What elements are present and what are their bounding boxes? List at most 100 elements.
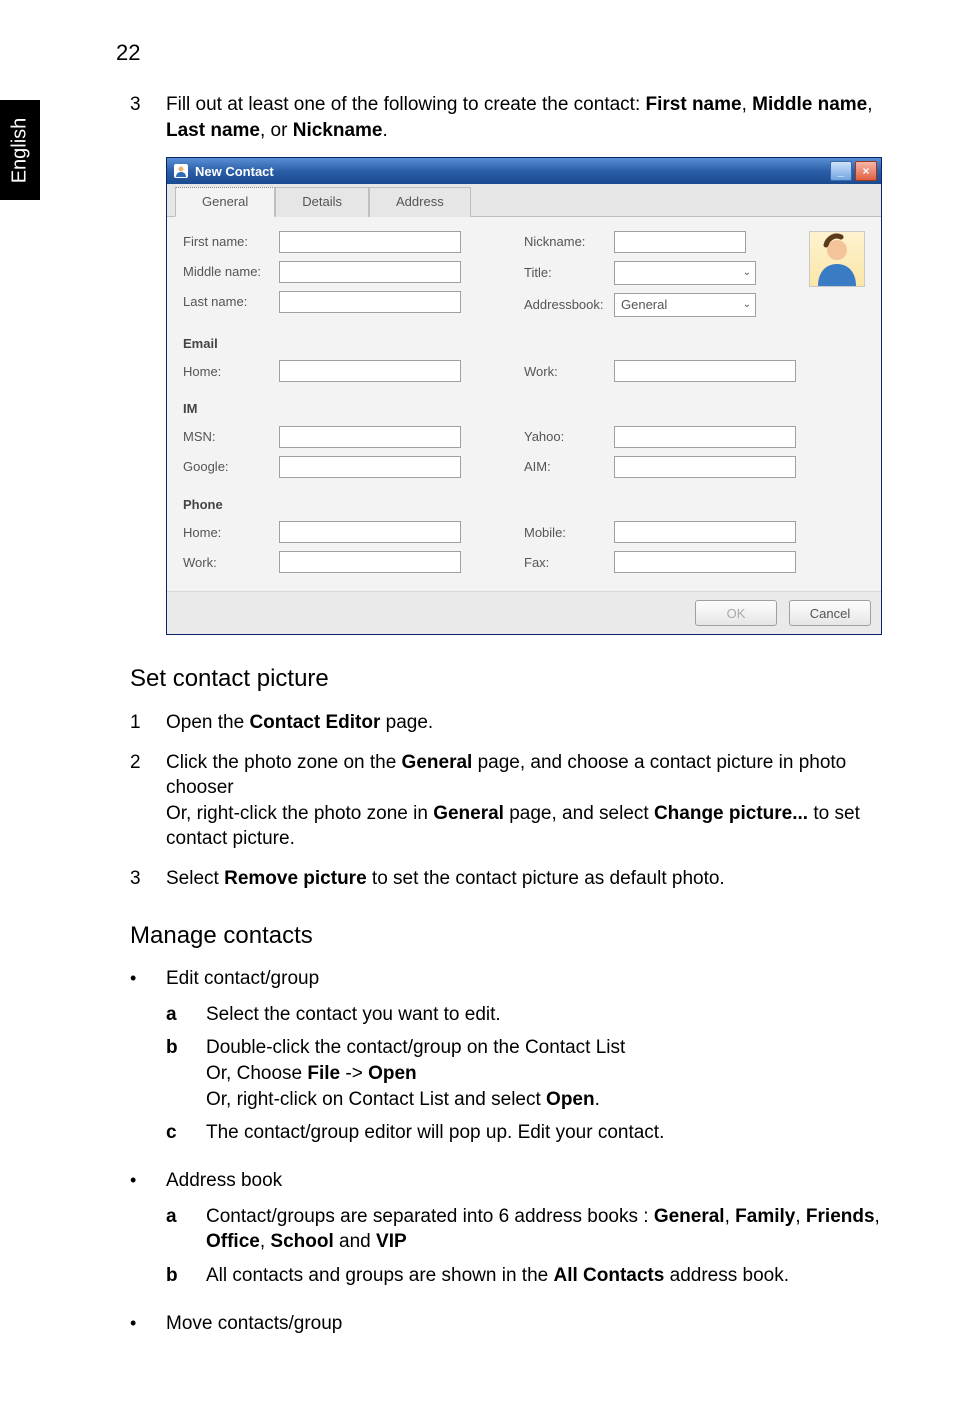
text-bold: Remove picture (224, 868, 367, 889)
manage-contacts-heading: Manage contacts (130, 920, 884, 952)
text: , (260, 1231, 271, 1252)
step-text: Click the photo zone on the General page… (166, 750, 884, 853)
step-3-text: Fill out at least one of the following t… (166, 92, 884, 143)
sub-b: b All contacts and groups are shown in t… (166, 1263, 884, 1289)
set-picture-step-1: 1 Open the Contact Editor page. (130, 710, 884, 736)
minimize-button[interactable]: _ (830, 161, 852, 181)
text-bold: General (402, 752, 473, 773)
phone-home-input[interactable] (279, 521, 461, 543)
text: -> (340, 1063, 368, 1084)
text: address book. (664, 1265, 789, 1286)
sub-label: a (166, 1002, 206, 1028)
text: Click the photo zone on the (166, 752, 402, 773)
text-bold: Open (368, 1063, 417, 1084)
step-number: 1 (130, 710, 166, 736)
google-label: Google: (183, 458, 279, 476)
msn-input[interactable] (279, 426, 461, 448)
cancel-button[interactable]: Cancel (789, 600, 871, 626)
sub-label: b (166, 1263, 206, 1289)
chevron-down-icon: ⌄ (743, 266, 751, 280)
language-tab: English (0, 100, 40, 200)
text: , (725, 1206, 736, 1227)
fax-input[interactable] (614, 551, 796, 573)
bullet-label: Move contacts/group (166, 1311, 342, 1337)
step-3-number: 3 (130, 92, 166, 143)
text: Or, right-click on Contact List and sele… (206, 1089, 546, 1110)
addressbook-label: Addressbook: (524, 296, 614, 314)
step-number: 3 (130, 866, 166, 892)
bullet-move: • Move contacts/group (130, 1311, 884, 1337)
text-bold: VIP (376, 1231, 407, 1252)
text: page, and select (504, 803, 654, 824)
yahoo-label: Yahoo: (524, 428, 614, 446)
text: page. (380, 712, 433, 733)
nickname-input[interactable] (614, 231, 746, 253)
google-input[interactable] (279, 456, 461, 478)
sub-text: The contact/group editor will pop up. Ed… (206, 1120, 664, 1146)
addressbook-select[interactable]: General⌄ (614, 293, 756, 317)
title-label: Title: (524, 264, 614, 282)
text-bold: Middle name (752, 94, 867, 115)
contact-photo[interactable] (809, 231, 865, 287)
first-name-label: First name: (183, 233, 279, 251)
middle-name-input[interactable] (279, 261, 461, 283)
text-bold: Open (546, 1089, 595, 1110)
text-bold: General (654, 1206, 725, 1227)
text-bold: Nickname (293, 120, 383, 141)
bullet-body: Edit contact/group a Select the contact … (166, 966, 884, 1154)
sub-text: All contacts and groups are shown in the… (206, 1263, 789, 1289)
sub-text: Select the contact you want to edit. (206, 1002, 501, 1028)
text: Or, right-click the photo zone in (166, 803, 433, 824)
text-bold: Change picture... (654, 803, 808, 824)
sub-c: c The contact/group editor will pop up. … (166, 1120, 884, 1146)
aim-label: AIM: (524, 458, 614, 476)
tab-details[interactable]: Details (275, 187, 369, 217)
tab-address[interactable]: Address (369, 187, 471, 217)
last-name-label: Last name: (183, 293, 279, 311)
ok-button[interactable]: OK (695, 600, 777, 626)
text-bold: First name (646, 94, 742, 115)
sub-label: c (166, 1120, 206, 1146)
close-icon: × (862, 165, 869, 177)
text-bold: All Contacts (553, 1265, 664, 1286)
addressbook-value: General (621, 296, 667, 314)
email-home-input[interactable] (279, 360, 461, 382)
title-select[interactable]: ⌄ (614, 261, 756, 285)
tab-general[interactable]: General (175, 187, 275, 217)
step-number: 2 (130, 750, 166, 853)
step-3: 3 Fill out at least one of the following… (130, 92, 884, 143)
text: to set the contact picture as default ph… (367, 868, 725, 889)
new-contact-dialog: New Contact _ × General Details Address … (166, 157, 882, 635)
text: Open the (166, 712, 249, 733)
first-name-input[interactable] (279, 231, 461, 253)
aim-input[interactable] (614, 456, 796, 478)
text-bold: Last name (166, 120, 260, 141)
step-text: Open the Contact Editor page. (166, 710, 433, 736)
email-work-label: Work: (524, 363, 614, 381)
bullet-addressbook: • Address book a Contact/groups are sepa… (130, 1168, 884, 1297)
text-bold: Contact Editor (249, 712, 380, 733)
last-name-input[interactable] (279, 291, 461, 313)
close-button[interactable]: × (855, 161, 877, 181)
text: , (875, 1206, 880, 1227)
sub-label: b (166, 1035, 206, 1112)
text-bold: Family (735, 1206, 795, 1227)
sub-text: Double-click the contact/group on the Co… (206, 1035, 625, 1112)
set-picture-step-2: 2 Click the photo zone on the General pa… (130, 750, 884, 853)
phone-header: Phone (183, 496, 865, 514)
email-work-input[interactable] (614, 360, 796, 382)
mobile-label: Mobile: (524, 524, 614, 542)
mobile-input[interactable] (614, 521, 796, 543)
text: , (795, 1206, 806, 1227)
phone-work-input[interactable] (279, 551, 461, 573)
phone-home-label: Home: (183, 524, 279, 542)
text: Contact/groups are separated into 6 addr… (206, 1206, 654, 1227)
bullet-icon: • (130, 1311, 166, 1337)
page-number: 22 (116, 40, 894, 66)
yahoo-input[interactable] (614, 426, 796, 448)
sub-text: Contact/groups are separated into 6 addr… (206, 1204, 884, 1255)
text: , (867, 94, 872, 115)
set-contact-picture-heading: Set contact picture (130, 663, 884, 695)
text-bold: Friends (806, 1206, 875, 1227)
text: . (595, 1089, 600, 1110)
